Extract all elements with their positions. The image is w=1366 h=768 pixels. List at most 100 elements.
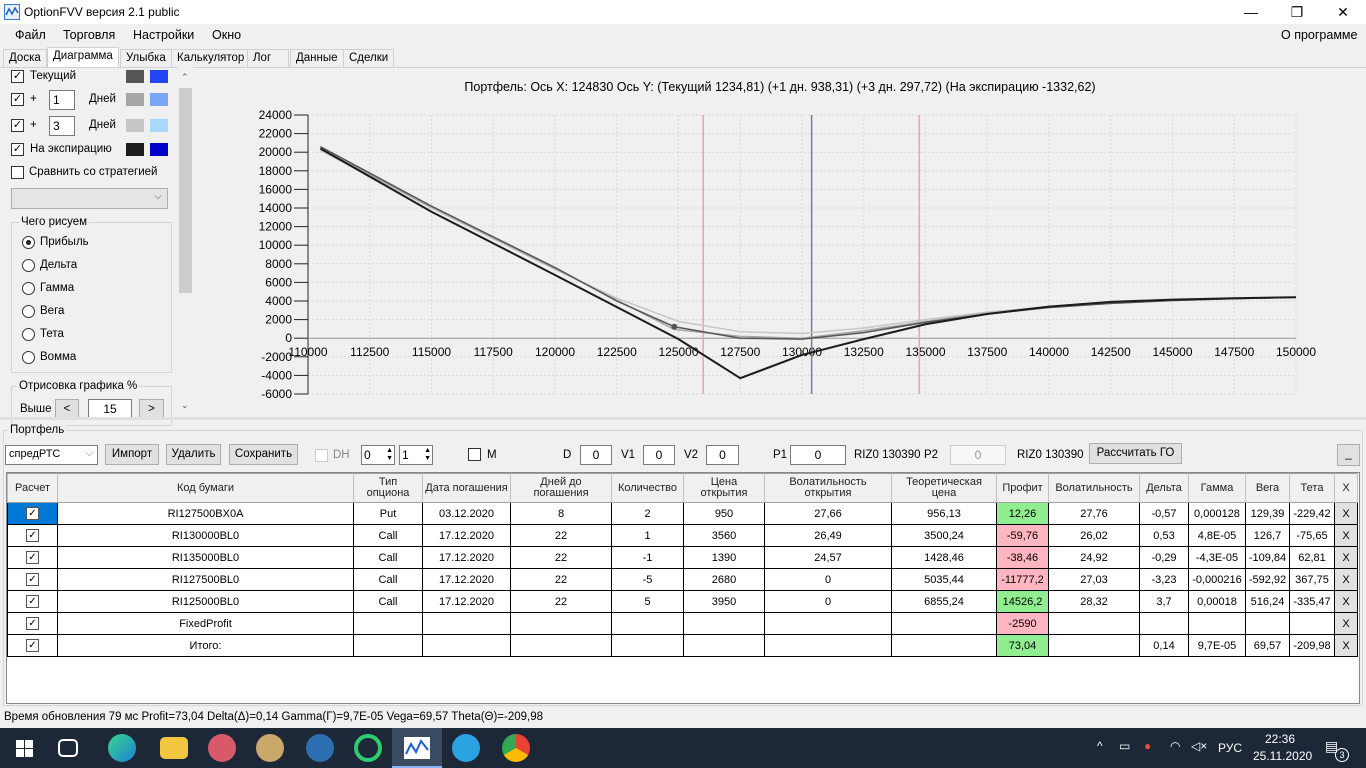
table-row[interactable]: ✓ RI130000BL0 Call 17.12.2020 22 1 3560 26,49 35… [7, 524, 1358, 547]
language-indicator[interactable]: РУС [1218, 741, 1242, 755]
d-input[interactable]: 0 [580, 445, 612, 465]
spinner-arrows-icon[interactable]: ▲ ▼ [424, 447, 431, 463]
table-row[interactable]: ✓ RI135000BL0 Call 17.12.2020 22 -1 1390 24,57 1… [7, 546, 1358, 569]
menu-about[interactable]: О программе [1281, 28, 1357, 42]
m-checkbox[interactable] [468, 448, 481, 461]
radio-1[interactable] [22, 259, 35, 272]
radio-0[interactable] [22, 236, 35, 249]
p1-input[interactable]: 0 [790, 445, 846, 465]
tab-smile[interactable]: Улыбка [120, 49, 172, 67]
delete-row-button[interactable]: X [1334, 612, 1358, 635]
clock-date[interactable]: 25.11.2020 [1253, 749, 1312, 763]
plus1-blue-swatch[interactable] [150, 93, 168, 106]
portfolio-select[interactable]: спредРТС ⌵ [5, 445, 98, 465]
column-header[interactable]: X [1334, 473, 1358, 503]
calc-checkbox-cell[interactable]: ✓ [7, 612, 58, 635]
dh-checkbox[interactable] [315, 449, 328, 462]
plus3-blue-swatch[interactable] [150, 119, 168, 132]
scroll-thumb[interactable] [179, 88, 192, 293]
volume-muted-icon[interactable]: ◁× [1191, 739, 1207, 753]
column-header[interactable]: Расчет [7, 473, 58, 503]
delete-button[interactable]: Удалить [166, 444, 221, 465]
tab-data[interactable]: Данные [290, 49, 344, 67]
import-button[interactable]: Импорт [105, 444, 159, 465]
minimize-button[interactable]: — [1228, 0, 1274, 24]
menu-settings[interactable]: Настройки [133, 28, 194, 42]
spin1-input[interactable]: 0 ▲ ▼ [361, 445, 395, 465]
column-header[interactable]: Количество [611, 473, 684, 503]
calc-checkbox-cell[interactable]: ✓ [7, 546, 58, 569]
p2-input[interactable]: 0 [950, 445, 1006, 465]
calc-checkbox-cell[interactable]: ✓ [7, 568, 58, 591]
tab-log[interactable]: Лог [247, 49, 289, 67]
delete-row-button[interactable]: X [1334, 590, 1358, 613]
delete-row-button[interactable]: X [1334, 502, 1358, 525]
menu-trading[interactable]: Торговля [63, 28, 115, 42]
delete-row-button[interactable]: X [1334, 568, 1358, 591]
chrome-icon[interactable] [502, 734, 530, 762]
save-button[interactable]: Сохранить [229, 444, 298, 465]
expiration-checkbox[interactable]: ✓ [11, 143, 24, 156]
column-header[interactable]: Цена открытия [683, 473, 765, 503]
expiration-gray-swatch[interactable] [126, 143, 144, 156]
column-header[interactable]: Дата погашения [422, 473, 511, 503]
calc-checkbox[interactable]: ✓ [26, 573, 39, 586]
column-header[interactable]: Код бумаги [57, 473, 354, 503]
scroll-down-icon[interactable]: ⌄ [181, 400, 189, 411]
column-header[interactable]: Волатильность открытия [764, 473, 892, 503]
radio-2[interactable] [22, 282, 35, 295]
column-header[interactable]: Профит [996, 473, 1049, 503]
menu-window[interactable]: Окно [212, 28, 241, 42]
show-hidden-icons-icon[interactable]: ^ [1097, 739, 1103, 753]
column-header[interactable]: Тета [1289, 473, 1335, 503]
tab-calculator[interactable]: Калькулятор [171, 49, 251, 67]
app-icon-palette[interactable] [256, 734, 284, 762]
file-explorer-icon[interactable] [160, 737, 188, 759]
table-row[interactable]: ✓ RI127500BX0A Put 03.12.2020 8 2 950 27,66 956,… [7, 502, 1358, 525]
delete-row-button[interactable]: X [1334, 546, 1358, 569]
clock-time[interactable]: 22:36 [1265, 732, 1295, 746]
tab-diagram[interactable]: Диаграмма [47, 47, 119, 67]
spinner-arrows-icon[interactable]: ▲ ▼ [386, 447, 393, 463]
table-row[interactable]: ✓ FixedProfit -2590 X [7, 612, 1358, 635]
left-panel-scrollbar[interactable]: ⌃ ⌄ [178, 67, 193, 415]
app-icon-globe[interactable] [306, 734, 334, 762]
tab-board[interactable]: Доска [3, 49, 47, 67]
quik-icon[interactable] [354, 734, 382, 762]
calc-checkbox[interactable]: ✓ [26, 595, 39, 608]
calc-checkbox-cell[interactable]: ✓ [7, 634, 58, 657]
delete-row-button[interactable]: X [1334, 524, 1358, 547]
column-header[interactable]: Вега [1245, 473, 1290, 503]
expiration-blue-swatch[interactable] [150, 143, 168, 156]
calc-checkbox[interactable]: ✓ [26, 639, 39, 652]
telegram-icon[interactable] [452, 734, 480, 762]
edge-icon[interactable] [108, 734, 136, 762]
task-view-icon[interactable] [58, 739, 78, 757]
plus3-checkbox[interactable]: ✓ [11, 119, 24, 132]
calc-checkbox-cell[interactable]: ✓ [7, 524, 58, 547]
wifi-icon[interactable]: ◠ [1170, 739, 1180, 753]
collapse-button[interactable]: _ [1337, 444, 1360, 466]
column-header[interactable]: Гамма [1188, 473, 1246, 503]
plus1-days-input[interactable]: 1 [49, 90, 75, 110]
calc-go-button[interactable]: Рассчитать ГО [1089, 443, 1182, 464]
plus1-gray-swatch[interactable] [126, 93, 144, 106]
app-icon-paint[interactable] [208, 734, 236, 762]
windows-start-icon[interactable] [16, 740, 33, 757]
calc-checkbox[interactable]: ✓ [26, 551, 39, 564]
calc-checkbox-cell[interactable]: ✓ [7, 590, 58, 613]
strategy-select[interactable]: ⌵ [11, 188, 168, 209]
splitter[interactable] [0, 417, 1366, 420]
compare-checkbox[interactable] [11, 166, 24, 179]
column-header[interactable]: Дней до погашения [510, 473, 612, 503]
radio-3[interactable] [22, 305, 35, 318]
plus1-checkbox[interactable]: ✓ [11, 93, 24, 106]
calc-checkbox[interactable]: ✓ [26, 507, 39, 520]
v2-input[interactable]: 0 [706, 445, 739, 465]
current-checkbox[interactable]: ✓ [11, 70, 24, 83]
radio-5[interactable] [22, 351, 35, 364]
scroll-up-icon[interactable]: ⌃ [181, 72, 189, 83]
radio-4[interactable] [22, 328, 35, 341]
table-row[interactable]: ✓ Итого: 73,04 0,14 9,7E-05 69,57 -209,98 X [7, 634, 1358, 657]
calc-checkbox[interactable]: ✓ [26, 617, 39, 630]
